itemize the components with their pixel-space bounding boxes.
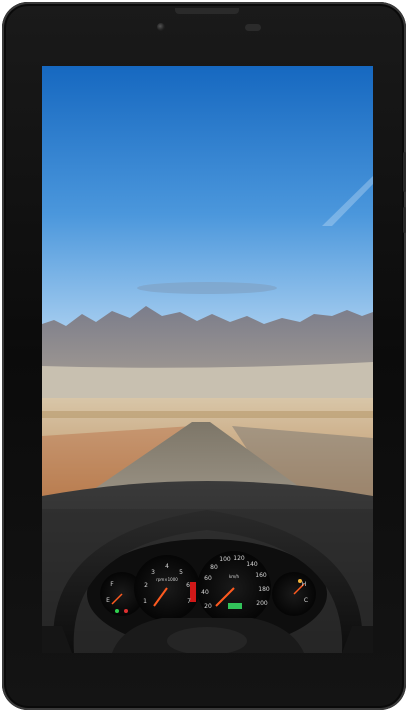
tach-unit: rpm×1000 <box>156 577 178 582</box>
speed-tick: 120 <box>233 555 245 562</box>
fuel-label: F <box>110 581 114 588</box>
speed-tick: 40 <box>201 589 209 596</box>
wallpaper-image: 1 2 3 4 5 6 7 rpm×1000 20 40 60 80 100 1… <box>42 66 373 653</box>
speed-tick: 160 <box>255 572 267 579</box>
tach-tick: 2 <box>144 582 148 589</box>
speed-tick: 140 <box>246 561 258 568</box>
tablet-device: 1 2 3 4 5 6 7 rpm×1000 20 40 60 80 100 1… <box>2 2 406 710</box>
speed-tick: 80 <box>210 564 218 571</box>
fuel-label: E <box>106 597 110 604</box>
speed-tick: 20 <box>204 603 212 610</box>
temp-label: C <box>304 597 308 604</box>
tach-tick: 7 <box>187 598 191 605</box>
volume-button[interactable] <box>403 152 406 192</box>
tach-tick: 6 <box>186 582 190 589</box>
sky <box>42 66 373 336</box>
speed-unit: km/h <box>229 574 240 579</box>
tach-tick: 3 <box>151 569 155 576</box>
tablet-screen[interactable]: 1 2 3 4 5 6 7 rpm×1000 20 40 60 80 100 1… <box>42 66 373 653</box>
front-camera-icon <box>157 23 165 31</box>
tach-tick: 4 <box>165 563 169 570</box>
speed-tick: 100 <box>219 556 231 563</box>
tach-tick: 1 <box>143 598 147 605</box>
speed-tick: 180 <box>258 586 270 593</box>
proximity-sensor <box>245 24 261 31</box>
cloud <box>137 282 277 294</box>
distant-haze <box>42 362 373 401</box>
tach-tick: 5 <box>179 569 183 576</box>
power-button[interactable] <box>403 207 406 233</box>
speed-tick: 200 <box>256 600 268 607</box>
speed-tick: 60 <box>204 575 212 582</box>
top-notch <box>175 8 239 14</box>
temp-label: H <box>302 581 307 588</box>
